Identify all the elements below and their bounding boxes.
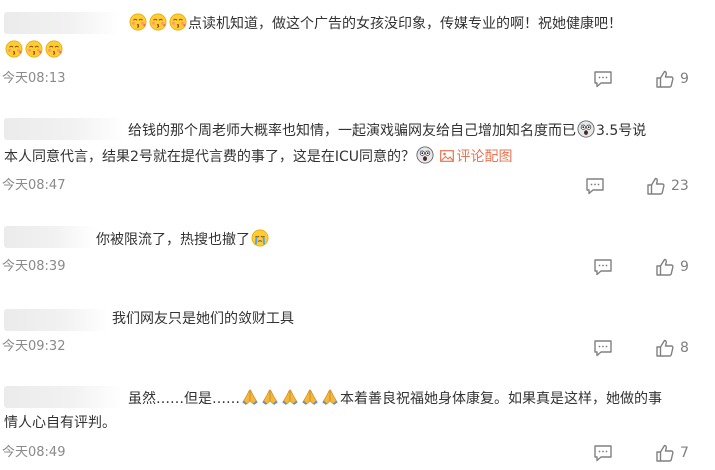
comment-text-line: 本人同意代言，结果2号就在提代言费的事了，这是在ICU同意的？: [4, 149, 416, 165]
blurred-username: [4, 309, 108, 331]
thumbs-up-icon: [655, 257, 675, 277]
kiss-face-emoji: [129, 13, 147, 31]
comment-image-link-label: 评论配图: [456, 149, 513, 165]
like-button[interactable]: 9: [655, 257, 689, 277]
thumbs-up-icon: [646, 176, 666, 196]
blurred-username: [4, 118, 124, 140]
reply-button[interactable]: [585, 177, 605, 195]
comment-text-line: 情人心自有评判。: [4, 415, 116, 431]
emoji-row: [4, 40, 64, 61]
comment-text-line: 我们网友只是她们的敛财工具: [112, 311, 294, 327]
comment-text-line: 3.5号说: [596, 123, 647, 139]
kiss-face-emoji: [149, 13, 167, 31]
crying-face-emoji: [251, 229, 269, 247]
reply-button[interactable]: [593, 258, 613, 276]
like-button[interactable]: 7: [655, 443, 689, 463]
comment-text: 你被限流了，热搜也撤了: [96, 229, 270, 250]
like-count: 8: [680, 340, 689, 356]
picture-icon: [439, 150, 454, 162]
comment-icon: [593, 70, 613, 88]
praying-hands-emoji: [241, 388, 259, 406]
comment-text: 我们网友只是她们的敛财工具: [112, 309, 294, 329]
reply-button[interactable]: [593, 70, 613, 88]
comment-text-line: 虽然……但是……: [128, 391, 240, 407]
blurred-username: [4, 12, 120, 34]
comment-1: 点读机知道，做这个广告的女孩没印象，传媒专业的啊！祝她健康吧！ 今天08:13 …: [0, 0, 715, 98]
comment-text-line: 本着善良祝福她身体康复。如果真是这样，她做的事: [340, 391, 662, 407]
kiss-face-emoji: [25, 40, 43, 58]
like-count: 9: [680, 71, 689, 87]
thumbs-up-icon: [655, 338, 675, 358]
reply-button[interactable]: [593, 339, 613, 357]
shocked-face-emoji: [416, 146, 434, 164]
reply-button[interactable]: [593, 444, 613, 462]
comment-text-line: 你被限流了，热搜也撤了: [96, 232, 250, 248]
comment-text: 情人心自有评判。: [4, 413, 116, 433]
comment-text-line: 给钱的那个周老师大概率也知情，一起演戏骗网友给自己增加知名度而已: [128, 123, 576, 139]
comment-time: 今天08:13: [2, 71, 66, 86]
praying-hands-emoji: [281, 388, 299, 406]
comment-2: 给钱的那个周老师大概率也知情，一起演戏骗网友给自己增加知名度而已 3.5号说 本人…: [0, 98, 715, 208]
comment-icon: [593, 339, 613, 357]
shocked-face-emoji: [577, 120, 595, 138]
blurred-username: [4, 386, 122, 408]
praying-hands-emoji: [301, 388, 319, 406]
comment-icon: [593, 258, 613, 276]
comment-time: 今天08:49: [2, 445, 66, 460]
like-button[interactable]: 8: [655, 338, 689, 358]
comment-text: 虽然……但是…… 本着善良祝福她身体康复。如果真是这样，她做的事: [128, 388, 662, 409]
praying-hands-emoji: [321, 388, 339, 406]
comment-text-line: 点读机知道，做这个广告的女孩没印象，传媒专业的啊！祝她健康吧！: [188, 16, 622, 32]
like-count: 9: [680, 259, 689, 275]
comment-4: 我们网友只是她们的敛财工具 今天09:32 8: [0, 292, 715, 372]
thumbs-up-icon: [655, 443, 675, 463]
comment-5: 虽然……但是…… 本着善良祝福她身体康复。如果真是这样，她做的事 情人心自有评判。…: [0, 372, 715, 470]
comment-text: 点读机知道，做这个广告的女孩没印象，传媒专业的啊！祝她健康吧！: [128, 13, 622, 34]
comment-image-link[interactable]: 评论配图: [439, 149, 513, 165]
kiss-face-emoji: [5, 40, 23, 58]
like-button[interactable]: 9: [655, 69, 689, 89]
like-count: 7: [680, 445, 689, 461]
comment-text: 给钱的那个周老师大概率也知情，一起演戏骗网友给自己增加知名度而已 3.5号说: [128, 120, 646, 141]
comment-3: 你被限流了，热搜也撤了 今天08:39 9: [0, 208, 715, 292]
praying-hands-emoji: [261, 388, 279, 406]
kiss-face-emoji: [169, 13, 187, 31]
comment-time: 今天09:32: [2, 339, 66, 354]
comment-icon: [585, 177, 605, 195]
thumbs-up-icon: [655, 69, 675, 89]
comment-icon: [593, 444, 613, 462]
comment-time: 今天08:39: [2, 259, 66, 274]
kiss-face-emoji: [45, 40, 63, 58]
like-count: 23: [671, 178, 689, 194]
comment-time: 今天08:47: [2, 178, 66, 193]
comment-text: 本人同意代言，结果2号就在提代言费的事了，这是在ICU同意的？ 评论配图: [4, 146, 513, 167]
like-button[interactable]: 23: [646, 176, 689, 196]
blurred-username: [4, 226, 94, 248]
